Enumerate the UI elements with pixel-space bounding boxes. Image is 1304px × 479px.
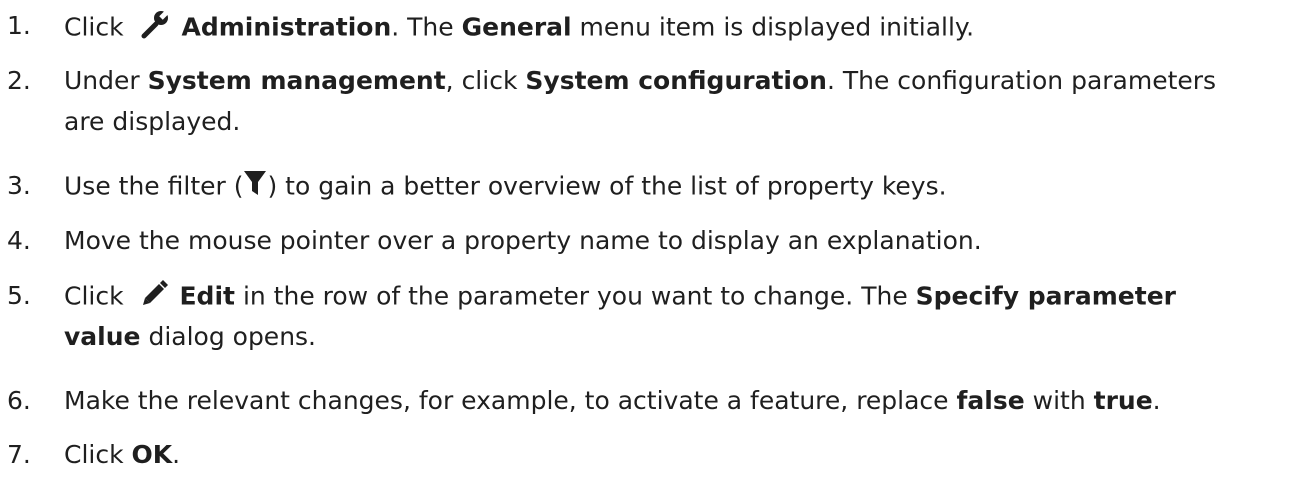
step-text: Click OK.: [64, 438, 1300, 472]
step-text-part: ) to gain a better overview of the list …: [267, 171, 947, 201]
step-number: 7.: [7, 440, 31, 469]
step-number: 6.: [7, 386, 31, 415]
ui-term: Administration: [181, 12, 392, 42]
ui-term: value: [64, 322, 141, 351]
step-text-part: Click: [64, 12, 124, 42]
step-text: Click Edit in the row of the parameter y…: [64, 279, 1300, 351]
step-text-part: Click: [64, 281, 124, 311]
step-text-continuation: value dialog opens.: [64, 320, 316, 354]
step-text: Move the mouse pointer over a property n…: [64, 224, 1300, 258]
ui-term: General: [461, 12, 572, 42]
step-text-part: in the row of the parameter you want to …: [242, 281, 908, 311]
step-text: Use the filter ( ) to gain a better over…: [64, 169, 1300, 206]
ui-term: System configuration: [525, 66, 827, 95]
ui-term: Edit: [179, 281, 235, 311]
step-text: Make the relevant changes, for example, …: [64, 384, 1300, 418]
step-number: 3.: [7, 171, 31, 200]
step-text-part: , click: [445, 66, 518, 95]
ui-term: true: [1093, 386, 1153, 415]
step-text-part: Click: [64, 440, 124, 469]
filter-icon: [243, 169, 267, 206]
step-number: 1.: [7, 11, 31, 40]
step-text-part: .: [1152, 386, 1161, 415]
step-number: 5.: [7, 281, 31, 310]
ui-term: System management: [147, 66, 446, 95]
step-text: Click Administration. The General menu i…: [64, 8, 1300, 48]
ui-term: false: [956, 386, 1025, 415]
ui-term: Specify parameter: [915, 281, 1176, 311]
step-text-part: menu item is displayed initially.: [579, 12, 975, 42]
instruction-steps: 1. Click Administration. The General men…: [0, 0, 1304, 479]
step-number: 4.: [7, 226, 31, 255]
step-text-part: Move the mouse pointer over a property n…: [64, 226, 982, 255]
step-text: Under System management, click System co…: [64, 64, 1300, 136]
step-text-part: dialog opens.: [148, 322, 317, 351]
step-text-continuation: are displayed.: [64, 107, 241, 136]
step-text-part: .: [172, 440, 181, 469]
step-text-part: . The: [391, 12, 454, 42]
ui-term: OK: [131, 440, 173, 469]
wrench-icon: [140, 8, 171, 48]
step-text-part: Use the filter (: [64, 171, 244, 201]
step-text-part: . The configuration parameters: [826, 66, 1217, 95]
pencil-icon: [140, 279, 168, 316]
step-text-part: Under: [64, 66, 140, 95]
step-text-part: with: [1032, 386, 1086, 415]
step-number: 2.: [7, 66, 31, 95]
step-text-part: Make the relevant changes, for example, …: [64, 386, 949, 415]
